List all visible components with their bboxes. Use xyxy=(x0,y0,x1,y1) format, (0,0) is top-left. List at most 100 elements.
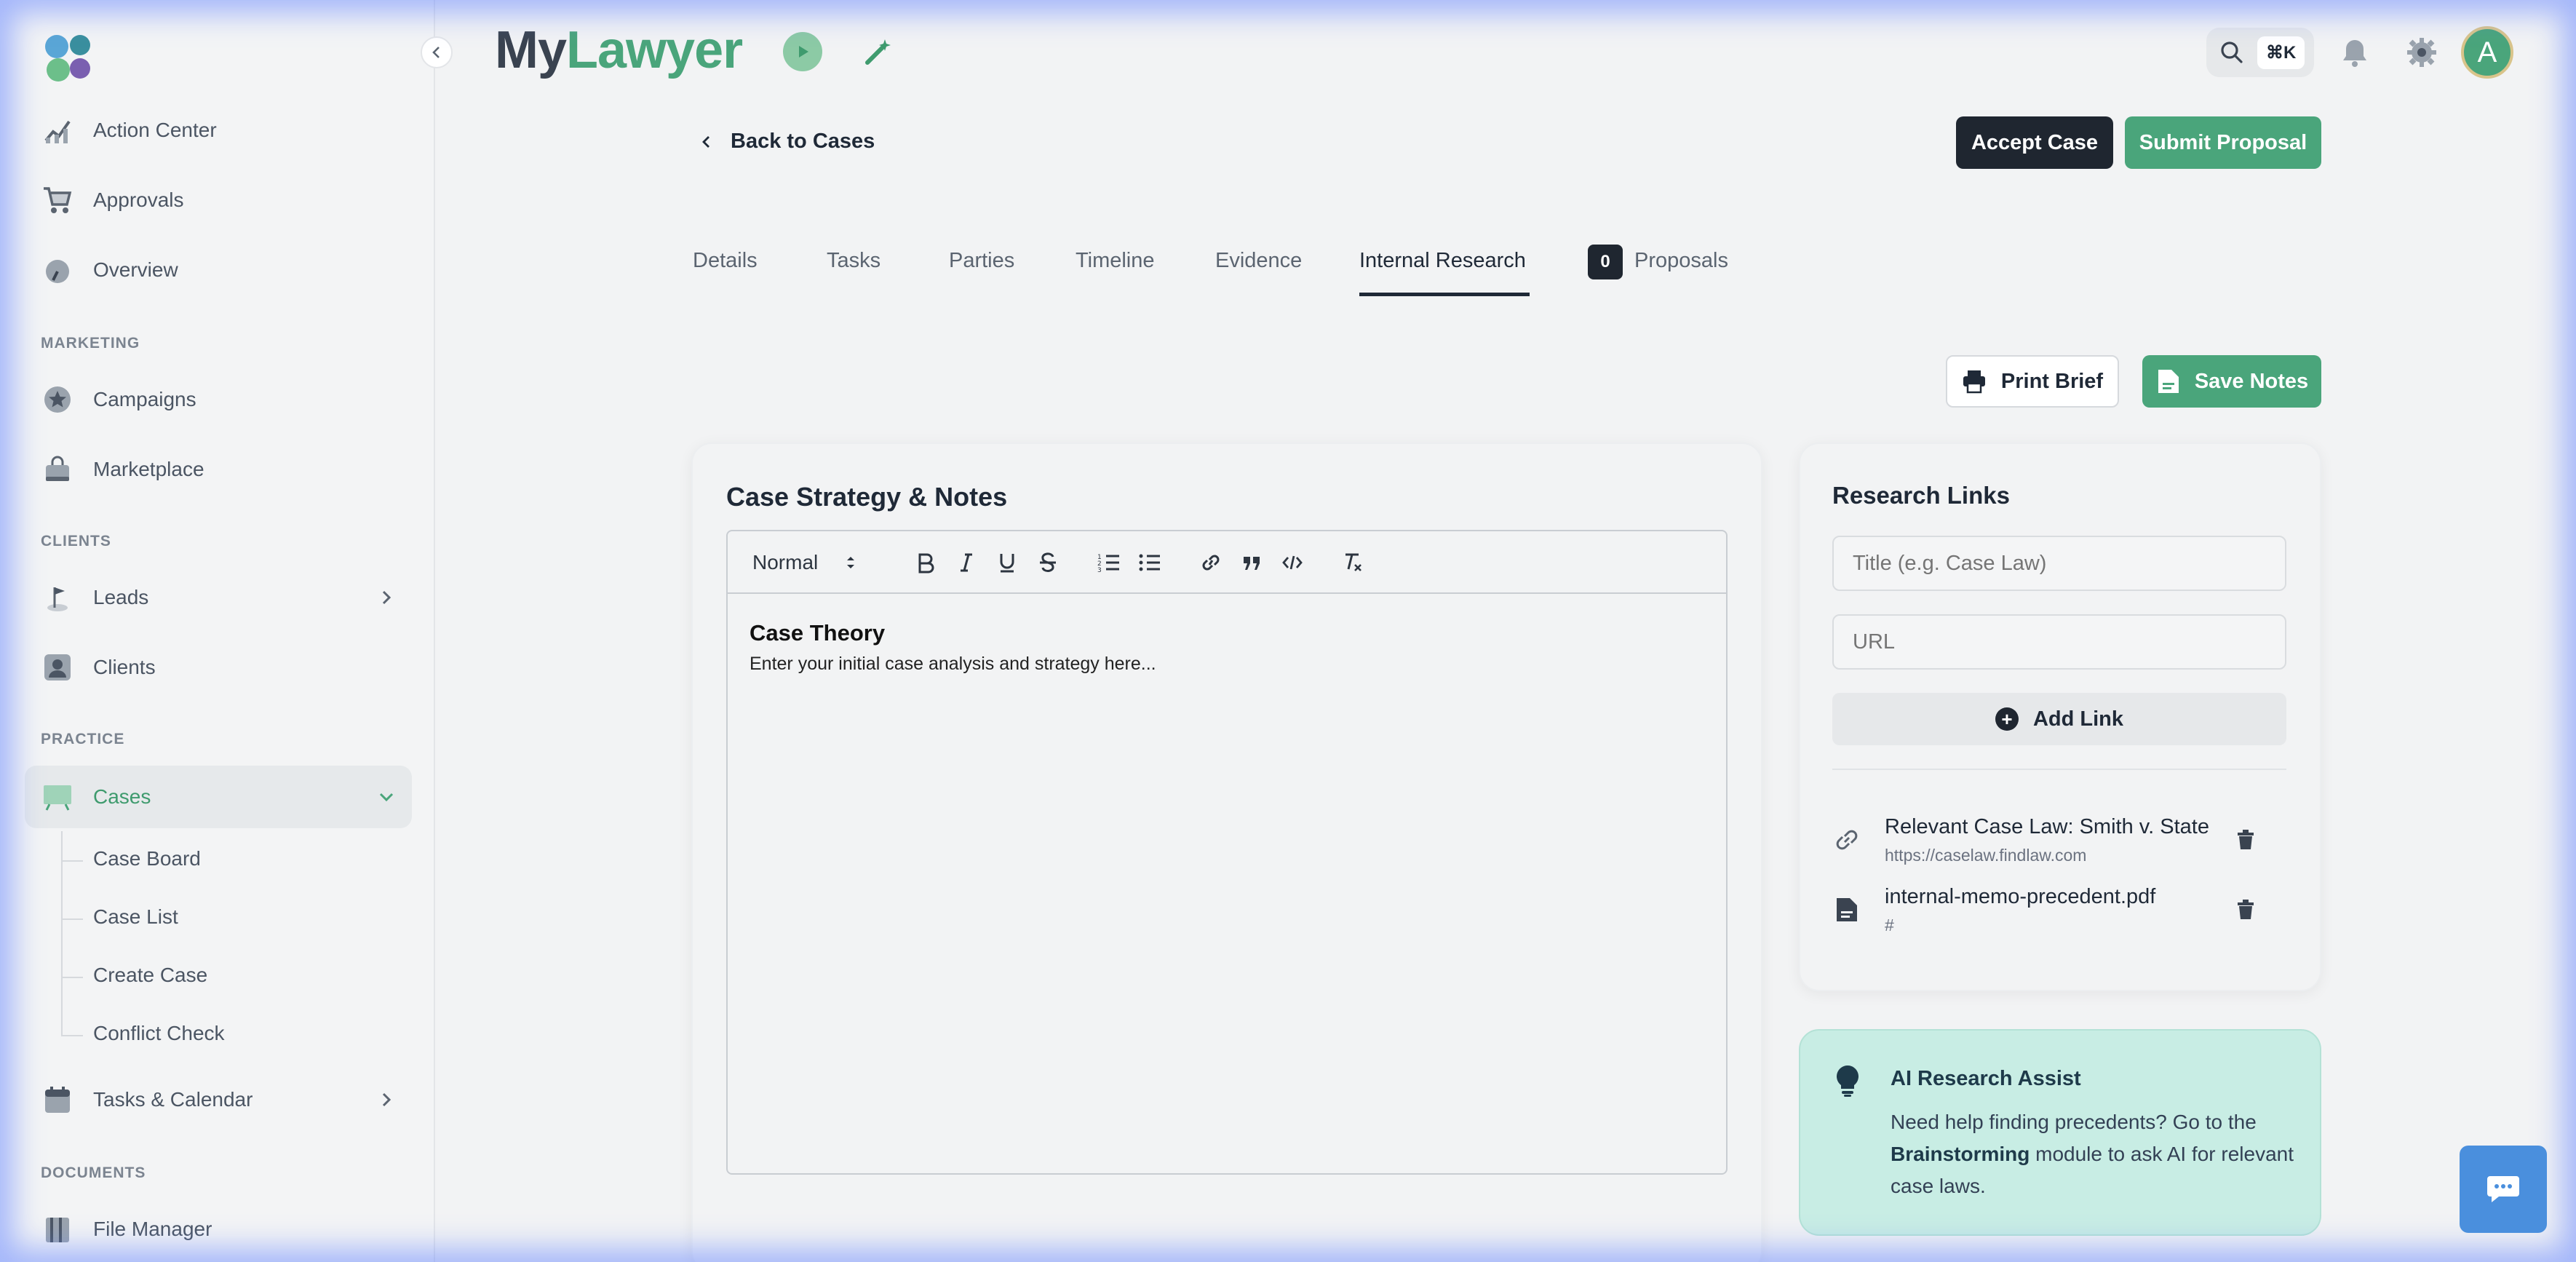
sidebar-item-overview[interactable]: Overview xyxy=(25,239,412,301)
sidebar-item-file-manager[interactable]: File Manager xyxy=(25,1198,412,1261)
sidebar-item-label: Marketplace xyxy=(93,458,204,480)
file-icon xyxy=(1837,898,1857,921)
chevron-left-icon xyxy=(702,135,709,148)
tab-timeline[interactable]: Timeline xyxy=(1076,249,1155,273)
print-brief-label: Print Brief xyxy=(2000,369,2104,393)
gear-icon xyxy=(2407,38,2436,67)
save-notes-button[interactable]: Save Notes xyxy=(2142,355,2321,408)
gauge-icon xyxy=(41,253,74,287)
play-button[interactable] xyxy=(783,32,822,71)
section-label-documents: DOCUMENTS xyxy=(41,1164,146,1181)
ordered-list-icon: 123 xyxy=(1097,554,1119,574)
italic-button[interactable] xyxy=(952,549,981,576)
settings-button[interactable] xyxy=(2404,35,2439,70)
bold-button[interactable] xyxy=(911,549,940,576)
research-link-url: https://caselaw.findlaw.com xyxy=(1885,846,2087,865)
app-logo xyxy=(45,35,90,82)
tab-tasks[interactable]: Tasks xyxy=(827,249,880,273)
user-icon xyxy=(41,651,74,684)
tab-internal-research[interactable]: Internal Research xyxy=(1359,249,1526,273)
editor-content[interactable]: Case Theory Enter your initial case anal… xyxy=(750,620,1156,675)
submit-proposal-button[interactable]: Submit Proposal xyxy=(2125,116,2321,169)
user-avatar[interactable]: A xyxy=(2461,26,2513,79)
flag-icon xyxy=(41,581,74,614)
ordered-list-button[interactable]: 123 xyxy=(1094,549,1124,576)
back-to-cases-link[interactable]: Back to Cases xyxy=(699,130,875,154)
quote-icon xyxy=(1244,557,1260,570)
chevron-right-icon xyxy=(382,590,391,605)
sidebar-subitem-conflict-check[interactable]: Conflict Check xyxy=(61,1022,225,1045)
chart-icon xyxy=(41,114,74,147)
sidebar-item-action-center[interactable]: Action Center xyxy=(25,99,412,162)
tab-evidence[interactable]: Evidence xyxy=(1215,249,1302,273)
sidebar-item-label: Campaigns xyxy=(93,388,196,410)
research-link-title: internal-memo-precedent.pdf xyxy=(1885,885,2156,908)
tab-proposals[interactable]: Proposals xyxy=(1634,249,1728,273)
sidebar-item-label: File Manager xyxy=(93,1218,212,1240)
sidebar-item-label: Tasks & Calendar xyxy=(93,1088,253,1111)
sidebar-item-clients[interactable]: Clients xyxy=(25,636,412,699)
tab-parties[interactable]: Parties xyxy=(949,249,1014,273)
save-notes-label: Save Notes xyxy=(2194,369,2309,393)
link-title-input[interactable] xyxy=(1832,536,2286,591)
notifications-button[interactable] xyxy=(2337,35,2372,70)
sidebar-item-label: Overview xyxy=(93,258,178,281)
sidebar-item-cases[interactable]: Cases xyxy=(25,766,412,828)
plus-circle-icon: + xyxy=(1995,707,2019,731)
sidebar-subitem-case-board[interactable]: Case Board xyxy=(61,847,201,870)
research-link-item[interactable]: Relevant Case Law: Smith v. State https:… xyxy=(1832,815,2286,873)
print-brief-button[interactable]: Print Brief xyxy=(1946,355,2119,408)
sidebar: Action Center Approvals Overview MARKETI… xyxy=(0,0,435,1262)
accept-case-button[interactable]: Accept Case xyxy=(1956,116,2113,169)
file-cabinet-icon xyxy=(41,1213,74,1246)
ai-research-assist-title: AI Research Assist xyxy=(1891,1067,2081,1090)
active-tab-indicator xyxy=(1359,293,1530,296)
sidebar-item-campaigns[interactable]: Campaigns xyxy=(25,368,412,431)
cart-icon xyxy=(41,183,74,217)
sidebar-subitem-create-case[interactable]: Create Case xyxy=(60,964,207,987)
link-button[interactable] xyxy=(1196,549,1225,576)
clear-format-button[interactable] xyxy=(1339,549,1368,576)
sidebar-subitem-case-list[interactable]: Case List xyxy=(61,905,178,929)
sidebar-item-leads[interactable]: Leads xyxy=(25,566,412,629)
underline-button[interactable] xyxy=(993,549,1022,576)
delete-link-button[interactable] xyxy=(2231,825,2260,854)
sidebar-item-approvals[interactable]: Approvals xyxy=(25,169,412,231)
chat-button[interactable] xyxy=(2460,1146,2547,1233)
ai-text-before: Need help finding precedents? Go to the xyxy=(1891,1111,2257,1133)
sidebar-item-label: Clients xyxy=(93,656,156,678)
magic-wand-button[interactable] xyxy=(863,36,894,71)
sidebar-item-marketplace[interactable]: Marketplace xyxy=(25,438,412,501)
research-link-item[interactable]: internal-memo-precedent.pdf # xyxy=(1832,885,2286,943)
code-icon xyxy=(1282,555,1303,570)
editor-heading: Case Theory xyxy=(750,620,886,646)
app-brand-title: MyLawyer xyxy=(495,20,743,80)
bullet-list-button[interactable] xyxy=(1135,549,1164,576)
calendar-icon xyxy=(41,1083,74,1116)
search-button[interactable]: ⌘K xyxy=(2206,28,2314,77)
blockquote-button[interactable] xyxy=(1237,549,1266,576)
proposals-count-badge: 0 xyxy=(1588,245,1623,279)
brainstorming-link[interactable]: Brainstorming xyxy=(1891,1143,2030,1165)
sidebar-item-tasks-calendar[interactable]: Tasks & Calendar xyxy=(25,1068,412,1131)
lightbulb-icon xyxy=(1837,1065,1859,1097)
delete-link-button[interactable] xyxy=(2231,895,2260,924)
link-icon xyxy=(1202,555,1220,571)
shopping-bag-icon xyxy=(41,453,74,486)
research-link-url: # xyxy=(1885,916,1894,934)
chevron-left-icon xyxy=(432,47,440,58)
editor-toolbar: Normal 123 xyxy=(728,531,1726,594)
section-label-clients: CLIENTS xyxy=(41,533,111,549)
research-links-title: Research Links xyxy=(1832,482,2010,509)
format-select[interactable]: Normal xyxy=(752,549,876,576)
play-icon xyxy=(799,46,808,57)
strikethrough-button[interactable] xyxy=(1033,549,1062,576)
sidebar-collapse-button[interactable] xyxy=(421,36,453,68)
code-button[interactable] xyxy=(1278,549,1307,576)
research-divider xyxy=(1832,769,2286,770)
link-url-input[interactable] xyxy=(1832,614,2286,670)
svg-text:3: 3 xyxy=(1097,567,1102,574)
tab-details[interactable]: Details xyxy=(693,249,758,273)
add-link-button[interactable]: + Add Link xyxy=(1832,693,2286,745)
research-link-title: Relevant Case Law: Smith v. State xyxy=(1885,815,2209,838)
